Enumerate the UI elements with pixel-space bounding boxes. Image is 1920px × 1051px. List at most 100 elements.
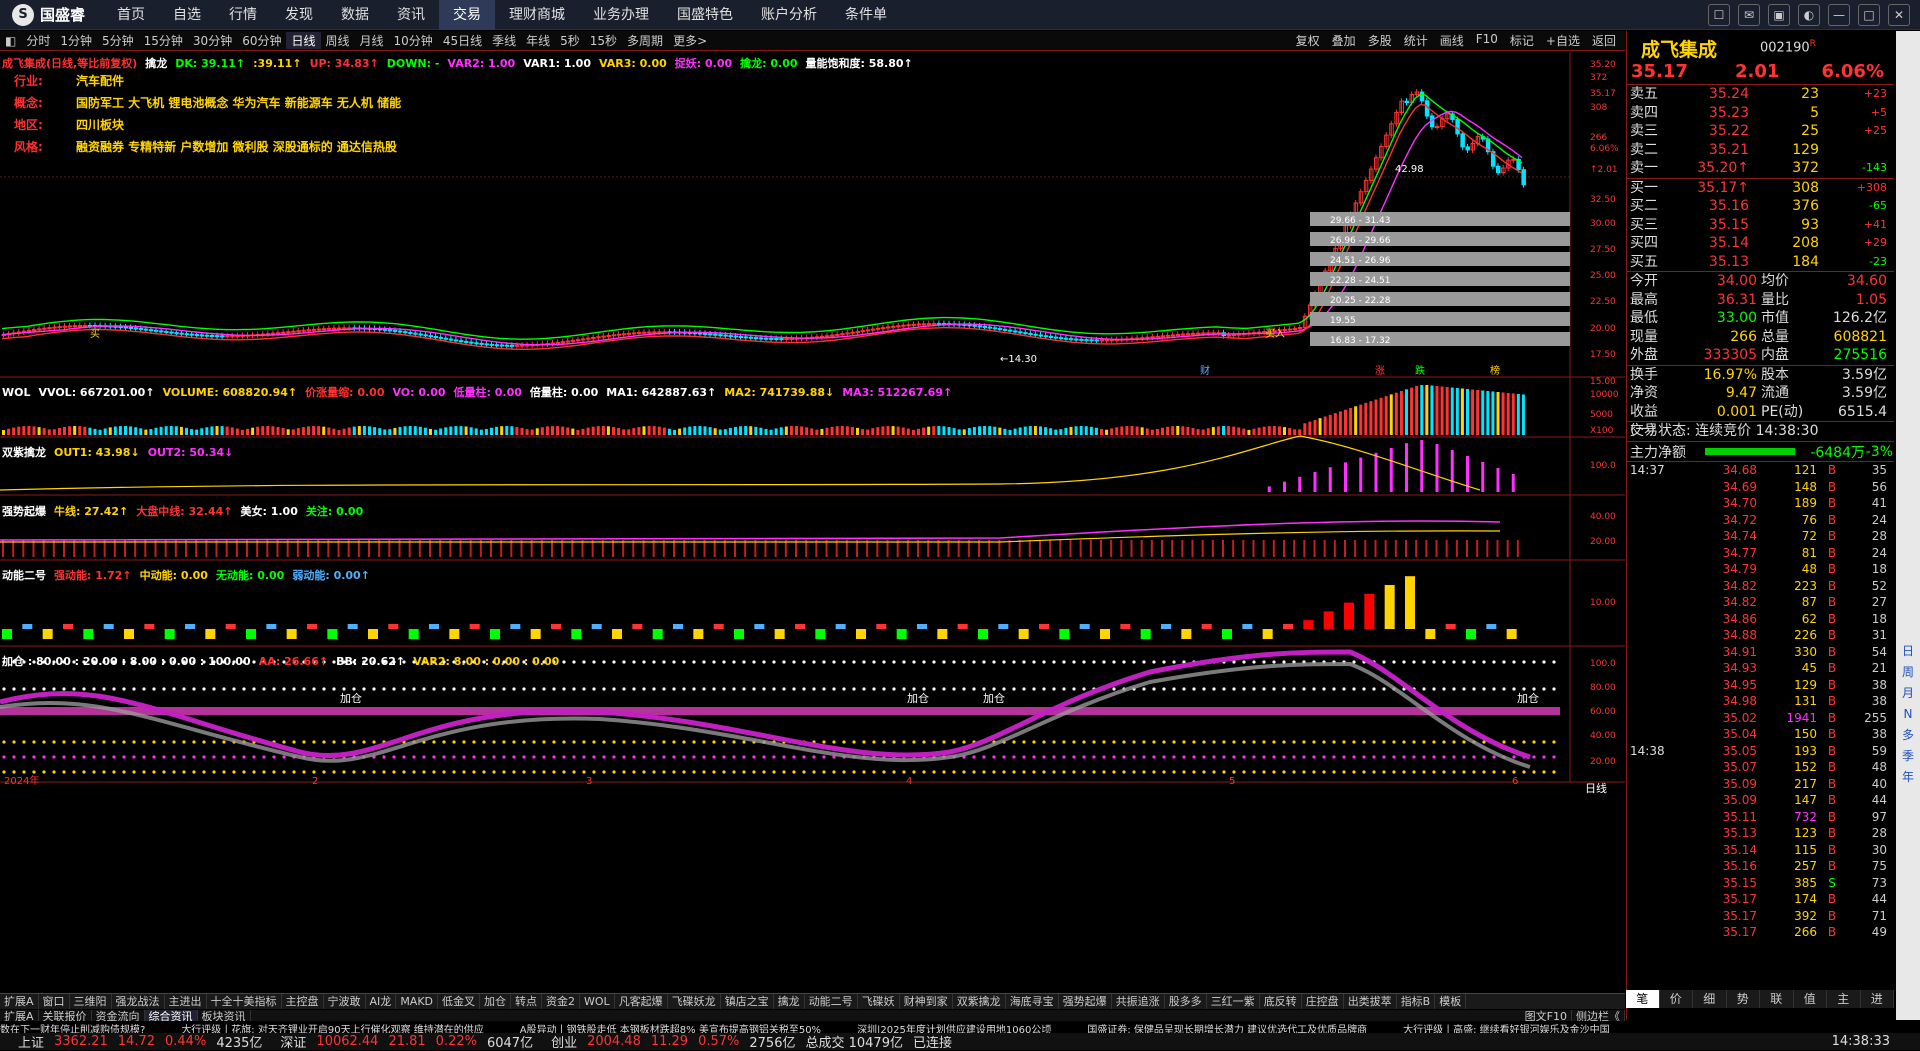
indicator-tab[interactable]: 强势起爆 [1059, 994, 1112, 1009]
index-name[interactable]: 上证 [18, 1032, 44, 1051]
quote-tab[interactable]: 联 [1760, 990, 1794, 1008]
index-name[interactable]: 创业 [551, 1032, 577, 1051]
news-item[interactable]: 深圳|2025年度计划供应建设用地1060公顷 [857, 1025, 1051, 1033]
quote-tab[interactable]: 势 [1727, 990, 1760, 1008]
indicator-tab[interactable]: 飞碟妖龙 [668, 994, 721, 1009]
indicator-tab[interactable]: 共振追涨 [1112, 994, 1165, 1009]
indicator-tab[interactable]: 凡客起爆 [615, 994, 668, 1009]
side-period-button[interactable]: 日 [1896, 641, 1920, 662]
period-tab[interactable]: 15秒 [585, 32, 622, 49]
side-period-button[interactable]: 月 [1896, 683, 1920, 704]
period-tab[interactable]: 年线 [521, 32, 555, 49]
indicator-tab[interactable]: WOL [580, 994, 615, 1009]
indicator-tab[interactable]: 窗口 [39, 994, 70, 1009]
order-book-row[interactable]: 买四 35.14 208 +29 [1627, 234, 1894, 253]
menu-item[interactable]: 数据 [327, 0, 383, 30]
order-book-row[interactable]: 买一 35.17↑ 308 +308 [1627, 179, 1894, 198]
minimize-icon[interactable]: — [1828, 4, 1850, 26]
indicator-tab[interactable]: 模板 [1435, 994, 1467, 1009]
side-period-button[interactable]: 年 [1896, 767, 1920, 788]
news-item[interactable]: 大行评级丨高盛: 继续看好银河娱乐及金沙中国 [1403, 1025, 1610, 1033]
period-tab[interactable]: 更多> [668, 32, 712, 49]
indicator-tab[interactable]: MAKD [396, 994, 439, 1009]
indicator-tab[interactable]: 低金叉 [438, 994, 481, 1009]
indicator-tab[interactable]: 资金2 [542, 994, 581, 1009]
period-tab[interactable]: 5分钟 [97, 32, 139, 49]
index-name[interactable]: 深证 [280, 1032, 306, 1051]
indicator-tab[interactable]: 主进出 [165, 994, 207, 1009]
period-tab[interactable]: 日线 [286, 32, 321, 49]
chart-tool-button[interactable]: 标记 [1505, 32, 1539, 49]
period-tab[interactable]: 15分钟 [139, 32, 188, 49]
side-period-button[interactable]: N [1896, 704, 1920, 725]
order-book-row[interactable]: 卖一 35.20↑ 372 -143 [1627, 159, 1894, 178]
indicator-tab[interactable]: 加仓 [480, 994, 512, 1009]
news-item[interactable]: 数在下一财年停止削减购债规模? [0, 1025, 145, 1033]
side-period-button[interactable]: 季 [1896, 746, 1920, 767]
quote-tab[interactable]: 值 [1794, 990, 1827, 1008]
period-tab[interactable]: 60分钟 [237, 32, 286, 49]
indicator-tab[interactable]: 镇店之宝 [721, 994, 774, 1009]
period-tab[interactable]: 周线 [321, 32, 355, 49]
period-tab[interactable]: 月线 [355, 32, 389, 49]
chart-tool-button[interactable]: 统计 [1399, 32, 1433, 49]
indicator-tab[interactable]: 三红一紫 [1207, 994, 1260, 1009]
chart-tool-button[interactable]: F10 [1471, 32, 1503, 49]
close-icon[interactable]: ✕ [1888, 4, 1910, 26]
news-item[interactable]: 国盛证券: 保健品呈现长期增长潜力 建议优选代工及优质品牌商 [1087, 1025, 1367, 1033]
chart-tool-button[interactable]: 复权 [1291, 32, 1325, 49]
toggle-icon[interactable]: ◧ [0, 34, 21, 48]
menu-item[interactable]: 发现 [271, 0, 327, 30]
order-book-row[interactable]: 买五 35.13 184 -23 [1627, 253, 1894, 272]
news-item[interactable]: A股异动丨钢铁股走低 本钢板材跌超8% 美宣布提高钢铝关税至50% [520, 1025, 821, 1033]
period-tab[interactable]: 分时 [21, 32, 55, 49]
indicator-tab[interactable]: 扩展A [0, 994, 39, 1009]
menu-item[interactable]: 自选 [159, 0, 215, 30]
menu-item[interactable]: 行情 [215, 0, 271, 30]
maximize-icon[interactable]: □ [1858, 4, 1880, 26]
indicator-tab[interactable]: 擒龙 [774, 994, 805, 1009]
side-period-button[interactable]: 多 [1896, 725, 1920, 746]
chart-tool-button[interactable]: +自选 [1541, 32, 1585, 49]
kline-chart[interactable]: 35.2035.1732.5030.0027.5025.0022.5020.00… [0, 52, 1625, 994]
chart-tool-button[interactable]: 叠加 [1327, 32, 1361, 49]
indicator-tab[interactable]: 三维阳 [70, 994, 112, 1009]
order-book-row[interactable]: 卖五 35.24 23 +23 [1627, 85, 1894, 104]
chart-tool-button[interactable]: 画线 [1435, 32, 1469, 49]
order-book-row[interactable]: 卖三 35.22 25 +25 [1627, 122, 1894, 141]
period-tab[interactable]: 45日线 [438, 32, 487, 49]
menu-item[interactable]: 首页 [103, 0, 159, 30]
chart-tool-button[interactable]: 多股 [1363, 32, 1397, 49]
chart-area[interactable]: 35.20 35.17 32.50 30.00 27.50 25.00 22.50 20.00… [0, 52, 1625, 958]
chat-icon[interactable]: ☐ [1708, 4, 1730, 26]
news-item[interactable]: 大行评级丨花旗: 对天齐锂业开启90天上行催化观察 维持潜在的供应 [181, 1025, 483, 1033]
period-tab[interactable]: 1分钟 [55, 32, 97, 49]
tick-list[interactable]: 14:37 34.68 121 B 35 34.69 148 B 56 34.70 189 B 41 3… [1627, 462, 1894, 941]
quote-tab[interactable]: 价 [1660, 990, 1693, 1008]
menu-item[interactable]: 资讯 [383, 0, 439, 30]
menu-item[interactable]: 理财商城 [495, 0, 579, 30]
chart-tool-button[interactable]: 返回 [1587, 32, 1621, 49]
indicator-tab[interactable]: 指标B [1397, 994, 1436, 1009]
indicator-tab[interactable]: 强龙战法 [112, 994, 165, 1009]
menu-item[interactable]: 国盛特色 [663, 0, 747, 30]
indicator-tab[interactable]: 十全十美指标 [207, 994, 282, 1009]
menu-item[interactable]: 交易 [439, 0, 496, 30]
indicator-tab[interactable]: 双紫擒龙 [953, 994, 1006, 1009]
order-book-row[interactable]: 买三 35.15 93 +41 [1627, 216, 1894, 235]
menu-item[interactable]: 业务办理 [579, 0, 663, 30]
indicator-tab[interactable]: 主控盘 [282, 994, 324, 1009]
indicator-tab[interactable]: 底反转 [1260, 994, 1302, 1009]
indicator-tab[interactable]: 财神到家 [900, 994, 953, 1009]
menu-item[interactable]: 账户分析 [747, 0, 831, 30]
indicator-tab[interactable]: 出类拔萃 [1344, 994, 1397, 1009]
skin-icon[interactable]: ◐ [1798, 4, 1820, 26]
indicator-tab[interactable]: 股多多 [1165, 994, 1207, 1009]
period-tab[interactable]: 5秒 [555, 32, 585, 49]
mail-icon[interactable]: ✉ [1738, 4, 1760, 26]
indicator-tab[interactable]: 庄控盘 [1302, 994, 1344, 1009]
quote-tab[interactable]: 主 [1827, 990, 1861, 1008]
period-tab[interactable]: 季线 [487, 32, 521, 49]
order-book-row[interactable]: 卖二 35.21 129 [1627, 141, 1894, 160]
period-tab[interactable]: 10分钟 [389, 32, 438, 49]
